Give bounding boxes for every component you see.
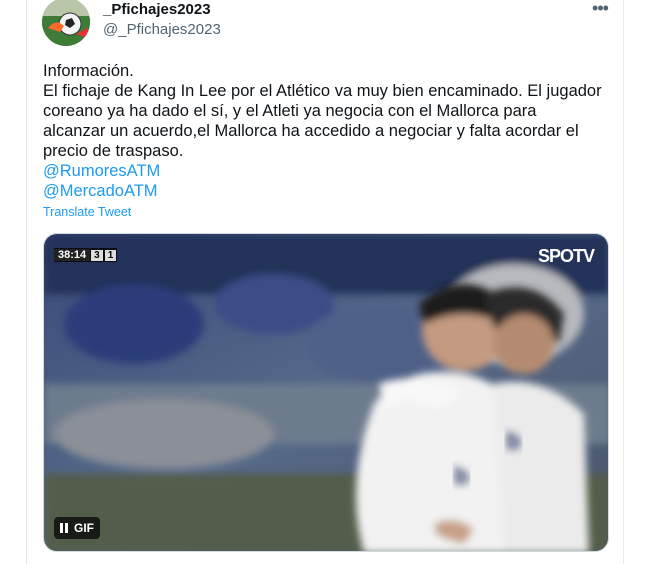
match-time: 38:14 <box>54 249 91 261</box>
tweet-text-line: El fichaje de Kang In Lee por el Atlétic… <box>43 82 602 160</box>
display-name[interactable]: _Pfichajes2023 <box>103 1 211 18</box>
home-score: 3 <box>91 249 103 261</box>
more-icon[interactable]: ••• <box>588 0 612 18</box>
user-handle[interactable]: @_Pfichajes2023 <box>103 21 221 38</box>
pause-icon[interactable] <box>60 523 68 533</box>
gif-frame-image: b b <box>44 234 608 551</box>
broadcaster-logo: SPOTV <box>537 246 595 266</box>
svg-text:b: b <box>454 463 469 490</box>
gif-label: GIF <box>74 521 94 535</box>
gif-pause-control[interactable]: GIF <box>54 517 100 539</box>
avatar[interactable] <box>42 0 90 46</box>
mention-link[interactable]: @MercadoATM <box>43 181 603 201</box>
gif-media[interactable]: b b 38:14 3 1 SPOTV GIF <box>43 233 609 552</box>
svg-text:b: b <box>506 428 521 455</box>
tweet-text: Información. El fichaje de Kang In Lee p… <box>43 61 603 201</box>
scoreboard: 38:14 3 1 <box>54 248 118 262</box>
mention-link[interactable]: @RumoresATM <box>43 161 603 181</box>
tweet-text-line: Información. <box>43 62 134 80</box>
translate-tweet-link[interactable]: Translate Tweet <box>43 205 131 219</box>
away-score: 1 <box>104 249 117 261</box>
